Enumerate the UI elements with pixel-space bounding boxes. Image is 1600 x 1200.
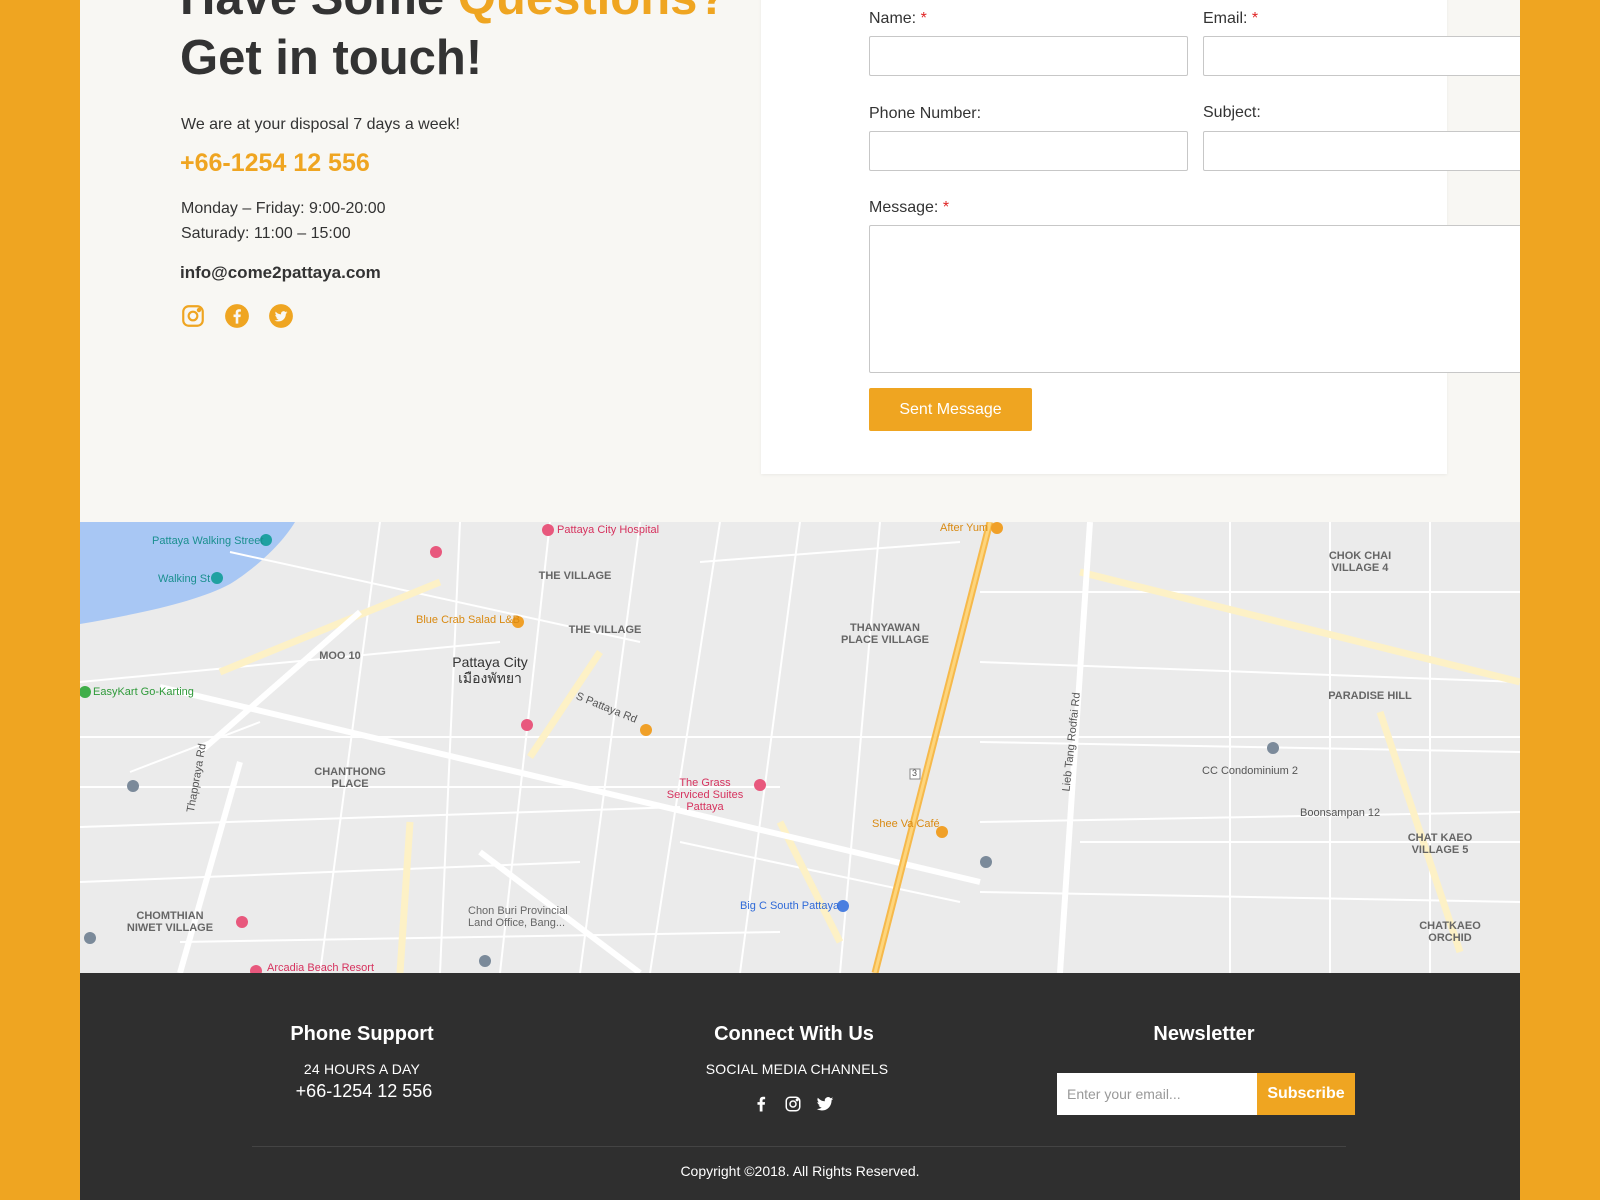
disposal-text: We are at your disposal 7 days a week! (181, 116, 460, 133)
hours-saturday: Saturady: 11:00 – 15:00 (181, 225, 351, 242)
connect-sub: SOCIAL MEDIA CHANNELS (705, 1061, 889, 1077)
phone-field[interactable] (869, 131, 1188, 171)
footer: Phone Support 24 HOURS A DAY +66-1254 12… (80, 973, 1520, 1200)
newsletter-title: Newsletter (1153, 1023, 1255, 1045)
email-label: Email: * (1203, 10, 1259, 27)
opening-hours: Monday – Friday: 9:00-20:00 Saturady: 11… (181, 196, 386, 246)
email-field[interactable] (1203, 36, 1520, 76)
map-label: EasyKart Go-Karting (93, 686, 194, 698)
instagram-icon[interactable] (784, 1095, 802, 1113)
facebook-icon[interactable] (224, 303, 250, 329)
map-pin[interactable] (521, 719, 533, 731)
map-city-label: Pattaya City เมืองพัทยา (452, 654, 528, 686)
facebook-icon[interactable] (752, 1095, 770, 1113)
subject-label: Subject: (1203, 104, 1261, 121)
twitter-icon[interactable] (268, 303, 294, 329)
contact-social-links (180, 303, 294, 329)
map-pin[interactable] (754, 779, 766, 791)
map-label: Boonsampan 12 (1300, 807, 1381, 819)
map-pin[interactable] (479, 955, 491, 967)
phone-label: Phone Number: (869, 105, 982, 122)
footer-divider (252, 1146, 1346, 1147)
map-label: Shee Va Café (872, 818, 940, 830)
heading-part: Have Some (180, 0, 458, 25)
map-label: Blue Crab Salad L&B (416, 614, 520, 626)
map-pin[interactable] (236, 916, 248, 928)
send-message-button[interactable]: Sent Message (869, 388, 1032, 431)
map-pin[interactable] (640, 724, 652, 736)
footer-social-links (752, 1095, 834, 1113)
phone-support-sub: 24 HOURS A DAY (303, 1061, 421, 1077)
map-label: CC Condominium 2 (1202, 765, 1298, 777)
contact-form: Name: * Email: * Phone Number: Subject: … (761, 0, 1520, 474)
contact-email[interactable]: info@come2pattaya.com (180, 263, 381, 283)
map[interactable]: Pattaya City เมืองพัทยา Pattaya Walking S… (80, 522, 1520, 973)
name-field[interactable] (869, 36, 1188, 76)
heading-accent: Questions? (458, 0, 728, 25)
map-label: THE VILLAGE (568, 624, 642, 636)
map-pin[interactable] (127, 780, 139, 792)
map-label: The Grass Serviced Suites Pattaya (666, 777, 744, 813)
map-pin[interactable] (211, 572, 223, 584)
subject-field[interactable] (1203, 131, 1520, 171)
map-label: CHAT KAEO VILLAGE 5 (1407, 832, 1473, 856)
contact-phone[interactable]: +66-1254 12 556 (180, 149, 370, 178)
map-label: Arcadia Beach Resort (267, 962, 374, 973)
page: Have Some Questions? Get in touch! We ar… (80, 0, 1520, 1200)
footer-phone[interactable]: +66-1254 12 556 (214, 1081, 514, 1102)
map-label: CHATKAEO ORCHID (1419, 920, 1481, 944)
map-label: THANYAWAN PLACE VILLAGE (840, 622, 929, 646)
hours-weekday: Monday – Friday: 9:00-20:00 (181, 200, 386, 217)
map-label: After Yum (940, 522, 989, 534)
route-number: 3 (912, 768, 918, 778)
copyright: Copyright ©2018. All Rights Reserved. (680, 1163, 920, 1179)
contact-heading: Have Some Questions? Get in touch! (180, 0, 727, 88)
heading-line2: Get in touch! (180, 31, 483, 85)
message-label: Message: * (869, 199, 950, 216)
connect-title: Connect With Us (714, 1023, 874, 1045)
subscribe-button[interactable]: Subscribe (1257, 1073, 1355, 1115)
map-label: PARADISE HILL (1328, 690, 1412, 702)
map-label: Chon Buri Provincial Land Office, Bang..… (468, 905, 568, 929)
message-field[interactable] (869, 225, 1520, 373)
map-pin[interactable] (1267, 742, 1279, 754)
name-label: Name: * (869, 10, 927, 27)
map-label: CHANTHONG PLACE (314, 766, 386, 790)
map-label: Pattaya Walking Street (152, 535, 264, 547)
map-label: CHOMTHIAN NIWET VILLAGE (126, 910, 214, 934)
instagram-icon[interactable] (180, 303, 206, 329)
map-label: Big C South Pattaya (740, 900, 840, 912)
map-pin[interactable] (991, 522, 1003, 534)
map-label: MOO 10 (319, 650, 361, 662)
twitter-icon[interactable] (816, 1095, 834, 1113)
map-pin[interactable] (84, 932, 96, 944)
map-pin[interactable] (980, 856, 992, 868)
map-label: CHOK CHAI VILLAGE 4 (1328, 550, 1392, 574)
map-pin[interactable] (542, 524, 554, 536)
map-label: THE VILLAGE (538, 570, 612, 582)
newsletter-email-input[interactable]: Enter your email... (1057, 1073, 1257, 1115)
map-label: Pattaya City Hospital (557, 524, 660, 536)
map-label: Walking St (158, 573, 211, 585)
map-pin[interactable] (430, 546, 442, 558)
phone-support-title: Phone Support (290, 1023, 434, 1045)
